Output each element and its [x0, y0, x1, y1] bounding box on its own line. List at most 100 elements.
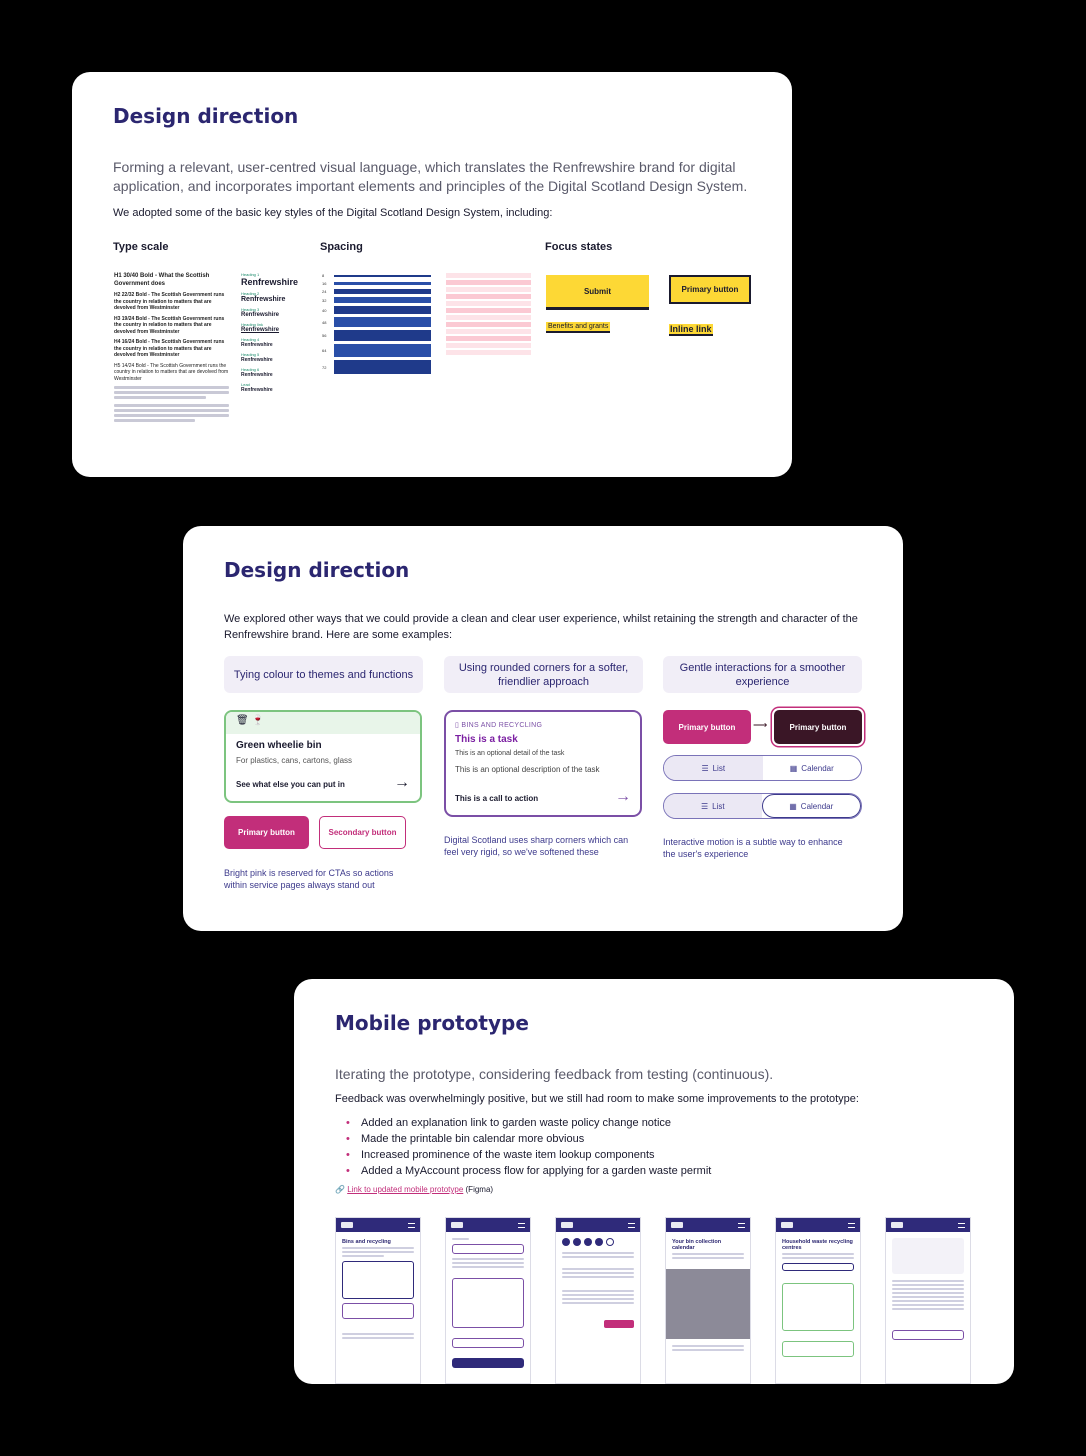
menu-icon[interactable] [628, 1222, 635, 1228]
toggle-list[interactable]: ☰ List [664, 794, 762, 818]
task-title: This is a task [455, 734, 518, 745]
body-text-placeholder [114, 414, 229, 417]
calendar-icon: ▦ [789, 763, 798, 773]
phone-screen-calendar: Your bin collection calendar [665, 1217, 751, 1384]
logo [781, 1222, 793, 1228]
spacing-row: 64 [322, 344, 431, 357]
spacing-value: 48 [322, 319, 327, 325]
card-intro: Feedback was overwhelmingly positive, bu… [335, 1093, 859, 1105]
card-intro: We adopted some of the basic key styles … [113, 207, 553, 219]
spacing-bar [334, 329, 431, 342]
arrow-right-icon: → [394, 774, 410, 791]
type-scale-heading: Type scale [113, 241, 169, 253]
spacing-bar [334, 274, 431, 277]
spacing-value: 24 [322, 289, 327, 294]
logo [561, 1222, 573, 1228]
spacing-bar [334, 359, 431, 375]
card-title: Design direction [113, 104, 299, 128]
secondary-button[interactable]: Secondary button [319, 816, 406, 849]
menu-icon[interactable] [408, 1222, 415, 1228]
green-bin-card[interactable]: 🗑 🍷 Green wheelie bin For plastics, cans… [224, 710, 422, 803]
arrow-right-icon: → [615, 788, 631, 805]
phone-screen-3 [555, 1217, 641, 1384]
card-title: Mobile prototype [335, 1011, 529, 1035]
focus-submit-button[interactable]: Submit [546, 275, 649, 307]
map-preview [892, 1238, 964, 1274]
logo [671, 1222, 683, 1228]
spacing-value: 56 [322, 333, 327, 339]
sample-value: Renfrewshire [241, 296, 286, 303]
task-cta[interactable]: This is a call to action [455, 794, 538, 803]
sample-value: Renfrewshire [241, 342, 273, 348]
logo [891, 1222, 903, 1228]
focus-benefits-link[interactable]: Benefits and grants [546, 322, 611, 333]
sample-value: Renfrewshire [241, 312, 280, 318]
type-sample-h5: H5 14/24 Bold - The Scottish Government … [114, 362, 229, 382]
primary-button-default[interactable]: Primary button [663, 710, 751, 744]
primary-button-hover[interactable]: Primary button [774, 710, 862, 744]
bin-icons: 🗑 🍷 [226, 712, 420, 734]
toggle-list[interactable]: ☰ List [664, 756, 763, 780]
list-icon: ☰ [700, 801, 709, 811]
focus-inline-link[interactable]: Inline link [669, 324, 713, 336]
primary-button[interactable]: Primary button [224, 816, 309, 849]
list-item: Added a MyAccount process flow for apply… [346, 1163, 711, 1179]
menu-icon[interactable] [848, 1222, 855, 1228]
sample-value: Renfrewshire [241, 357, 273, 363]
theme-pill-colour: Tying colour to themes and functions [224, 656, 423, 693]
theme-pill-corners: Using rounded corners for a softer, frie… [444, 656, 643, 693]
task-description: This is an optional description of the t… [455, 765, 600, 774]
body-text-placeholder [114, 391, 229, 394]
focus-state-table [446, 273, 531, 357]
spacing-row: 24 [322, 289, 431, 294]
arrow-right-icon: ⟶ [753, 720, 768, 731]
phone-title: Your bin collection calendar [672, 1239, 722, 1251]
spacing-row: 56 [322, 329, 431, 342]
view-toggle-switched[interactable]: ☰ List ▦ Calendar [663, 793, 862, 819]
card-lead: Forming a relevant, user-centred visual … [113, 159, 748, 194]
logo [451, 1222, 463, 1228]
spacing-bar [334, 297, 431, 304]
phone-screen-2 [445, 1217, 531, 1384]
theme-pill-interactions: Gentle interactions for a smoother exper… [663, 656, 862, 693]
prototype-link-row: 🔗 Link to updated mobile prototype (Figm… [335, 1185, 493, 1194]
phone-screen-recycling: Household waste recycling centres [775, 1217, 861, 1384]
share-sheet [666, 1269, 750, 1339]
card-title: Design direction [224, 558, 410, 582]
spacing-value: 8 [322, 273, 325, 278]
green-bin-link[interactable]: See what else you can put in [236, 780, 345, 789]
list-item: Added an explanation link to garden wast… [346, 1115, 711, 1131]
type-scale-samples: H1 30/40 Bold - What the Scottish Govern… [114, 272, 229, 424]
caption-corners: Digital Scotland uses sharp corners whic… [444, 835, 629, 857]
task-category: ▯ BINS AND RECYCLING [455, 722, 543, 729]
spacing-row: 32 [322, 297, 431, 304]
menu-icon[interactable] [518, 1222, 525, 1228]
spacing-value: 32 [322, 297, 327, 303]
phone-title: Household waste recycling centres [782, 1239, 853, 1251]
spacing-scale: 8 16 24 32 40 48 56 64 72 [322, 273, 431, 377]
logo [341, 1222, 353, 1228]
body-text-placeholder [114, 419, 195, 422]
list-item: Increased prominence of the waste item l… [346, 1147, 711, 1163]
sample-value: Renfrewshire [241, 372, 273, 378]
focus-states-heading: Focus states [545, 241, 613, 253]
card-intro: We explored other ways that we could pro… [224, 613, 858, 641]
spacing-bar [334, 281, 431, 286]
toggle-calendar[interactable]: ▦ Calendar [761, 794, 861, 818]
spacing-value: 40 [322, 307, 327, 313]
view-toggle-default[interactable]: ☰ List ▦ Calendar [663, 755, 862, 781]
menu-icon[interactable] [958, 1222, 965, 1228]
task-card[interactable]: ▯ BINS AND RECYCLING This is a task This… [444, 710, 642, 817]
toggle-calendar[interactable]: ▦ Calendar [763, 756, 862, 780]
renfrewshire-samples: Heading 1 Renfrewshire Heading 2 Renfrew… [241, 272, 311, 397]
spacing-value: 72 [322, 364, 327, 370]
design-direction-card-1: Design direction Forming a relevant, use… [72, 72, 792, 477]
body-text-placeholder [114, 396, 206, 399]
prototype-link[interactable]: Link to updated mobile prototype [347, 1185, 463, 1194]
list-icon: ☰ [701, 763, 709, 773]
spacing-value: 16 [322, 281, 327, 286]
menu-icon[interactable] [738, 1222, 745, 1228]
spacing-bar [334, 317, 431, 327]
focus-primary-button[interactable]: Primary button [669, 275, 751, 304]
spacing-bar [334, 344, 431, 357]
